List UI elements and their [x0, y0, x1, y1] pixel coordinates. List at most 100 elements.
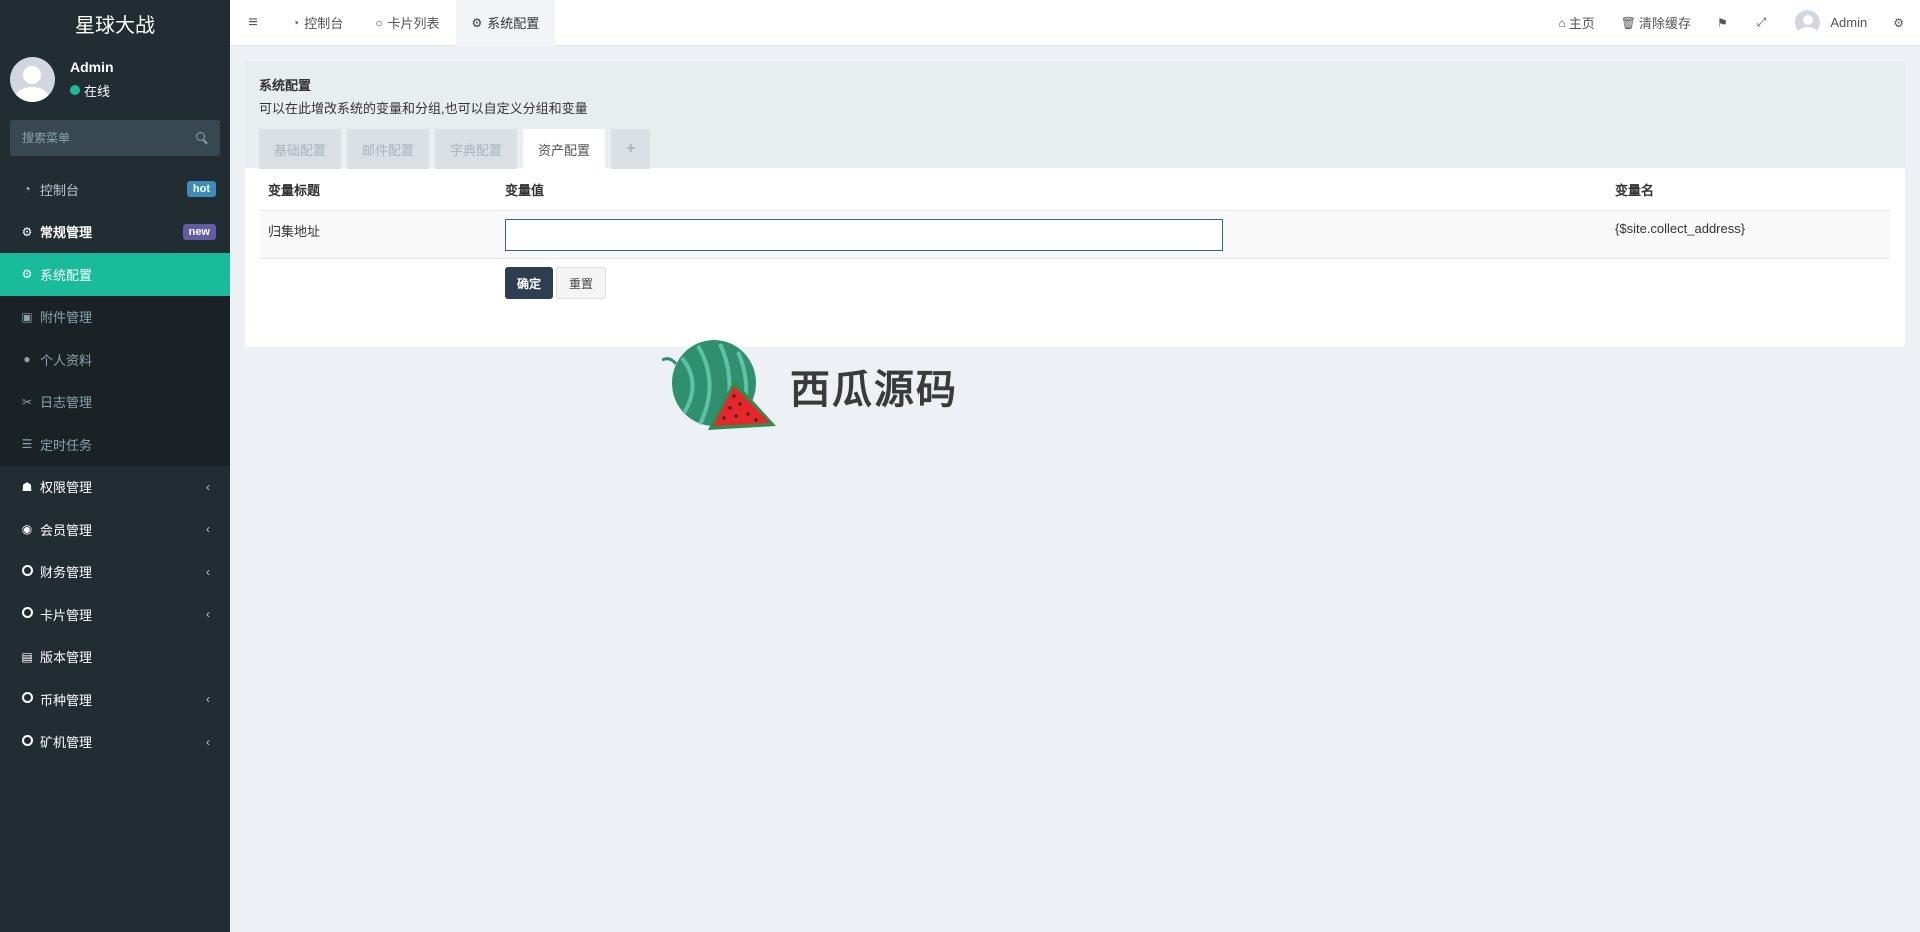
- tab-label: 控制台: [304, 16, 344, 31]
- sidebar-item-label: 常规管理: [40, 225, 93, 241]
- language-button[interactable]: ⚑: [1704, 0, 1744, 46]
- sidebar-item-label: 版本管理: [40, 650, 93, 666]
- fullscreen-button[interactable]: ⤢: [1744, 0, 1783, 46]
- circle-icon: ○: [375, 15, 383, 30]
- config-table: 变量标题 变量值 变量名 归集地址 {$site.collect_address…: [260, 168, 1890, 259]
- sidebar-item-cron[interactable]: ☰ 定时任务: [0, 423, 230, 466]
- home-button[interactable]: ⌂ 主页: [1545, 0, 1607, 46]
- collect-address-input[interactable]: [505, 219, 1223, 251]
- sidebar-item-auth[interactable]: ☗ 权限管理 ‹: [0, 466, 230, 509]
- tab-dictionary[interactable]: 字典配置: [435, 129, 518, 169]
- user-circle-icon: ◉: [21, 522, 33, 537]
- header-right: ⌂ 主页 🗑 清除缓存 ⚑ ⤢ Admin ⚙: [1545, 0, 1920, 46]
- admin-menu[interactable]: Admin: [1782, 0, 1880, 46]
- sidebar-item-label: 日志管理: [40, 395, 93, 411]
- hot-badge: hot: [186, 181, 216, 198]
- submenu: ▣ 附件管理 ● 个人资料 ✂ 日志管理 ☰ 定时任务: [0, 295, 230, 466]
- sidebar-item-label: 控制台: [40, 182, 80, 198]
- tab-system-config[interactable]: ⚙ 系统配置: [455, 0, 556, 46]
- sidebar-item-label: 个人资料: [40, 352, 93, 368]
- sidebar-item-finance[interactable]: 财务管理 ‹: [0, 551, 230, 594]
- tab-card-list[interactable]: ○ 卡片列表: [359, 0, 455, 46]
- sidebar-item-label: 系统配置: [40, 267, 93, 283]
- tab-dashboard[interactable]: ◔ 控制台: [276, 0, 359, 46]
- tab-asset[interactable]: 资产配置: [523, 129, 606, 169]
- config-tabs: 基础配置 邮件配置 字典配置 资产配置 +: [259, 129, 1891, 169]
- search-icon[interactable]: [196, 132, 208, 144]
- variable-name: {$site.collect_address}: [1615, 221, 1746, 236]
- user-name: Admin: [70, 58, 114, 75]
- top-header: ≡ ◔ 控制台 ○ 卡片列表 ⚙ 系统配置 ⌂ 主页 🗑 清除缓存 ⚑ ⤢ Ad…: [230, 0, 1920, 46]
- tasks-icon: ☰: [21, 437, 33, 452]
- sidebar: 星球大战 Admin 在线 ◔ 控制台 hot ⚙ 常规管理 new ⚙ 系统配…: [0, 0, 230, 932]
- chevron-left-icon: ‹: [206, 692, 210, 707]
- image-icon: ▣: [21, 309, 33, 324]
- group-icon: ☗: [21, 479, 33, 494]
- sidebar-item-card[interactable]: 卡片管理 ‹: [0, 593, 230, 636]
- sidebar-item-miner[interactable]: 矿机管理 ‹: [0, 721, 230, 764]
- user-avatar: [10, 56, 55, 102]
- chevron-left-icon: ‹: [206, 734, 210, 749]
- admin-label: Admin: [1830, 15, 1868, 30]
- chevron-left-icon: ‹: [206, 607, 210, 622]
- dashboard-icon: ◔: [292, 15, 300, 30]
- sidebar-item-label: 附件管理: [40, 310, 93, 326]
- sidebar-item-label: 定时任务: [40, 437, 93, 453]
- sidebar-item-dashboard[interactable]: ◔ 控制台 hot: [0, 168, 230, 211]
- form-actions: 确定 重置: [505, 267, 1905, 299]
- sidebar-item-config[interactable]: ⚙ 系统配置: [0, 253, 230, 296]
- sidebar-item-label: 币种管理: [40, 692, 93, 708]
- watermark: 西瓜源码: [662, 338, 958, 434]
- sidebar-item-label: 会员管理: [40, 522, 93, 538]
- column-header: 变量标题: [268, 182, 321, 198]
- user-status: 在线: [70, 81, 114, 100]
- chevron-left-icon: ‹: [206, 522, 210, 537]
- circle-icon: [20, 564, 34, 579]
- table-row: 归集地址 {$site.collect_address}: [260, 211, 1890, 259]
- sidebar-item-member[interactable]: ◉ 会员管理 ‹: [0, 508, 230, 551]
- circle-icon: [20, 692, 34, 706]
- user-icon: ●: [23, 352, 31, 367]
- avatar: [1795, 10, 1821, 35]
- menu-search-input[interactable]: [22, 131, 182, 145]
- cogs-icon: ⚙: [21, 224, 33, 239]
- clear-cache-button[interactable]: 🗑 清除缓存: [1608, 0, 1704, 46]
- tab-label: 卡片列表: [387, 16, 440, 31]
- trash-icon: 🗑: [1620, 15, 1636, 30]
- chevron-left-icon: ‹: [206, 479, 210, 494]
- sidebar-item-profile[interactable]: ● 个人资料: [0, 338, 230, 381]
- brand-logo[interactable]: 星球大战: [0, 0, 230, 46]
- tab-email[interactable]: 邮件配置: [347, 129, 430, 169]
- log-icon: ✂: [21, 394, 33, 409]
- chevron-left-icon: ‹: [206, 564, 210, 579]
- reset-button[interactable]: 重置: [556, 267, 607, 299]
- tab-basic[interactable]: 基础配置: [259, 129, 342, 169]
- gear-icon: ⚙: [21, 267, 33, 282]
- sidebar-item-general[interactable]: ⚙ 常规管理 new: [0, 211, 230, 254]
- table-header: 变量标题 变量值 变量名: [260, 168, 1890, 211]
- sidebar-item-label: 卡片管理: [40, 607, 93, 623]
- sidebar-item-log[interactable]: ✂ 日志管理: [0, 381, 230, 424]
- circle-icon: [20, 607, 34, 621]
- submit-button[interactable]: 确定: [505, 267, 554, 299]
- sidebar-item-label: 矿机管理: [40, 735, 93, 751]
- new-badge: new: [182, 223, 216, 240]
- online-dot-icon: [70, 85, 80, 95]
- page-title: 系统配置: [259, 78, 312, 93]
- sidebar-menu: ◔ 控制台 hot ⚙ 常规管理 new ⚙ 系统配置 ▣ 附件管理 ● 个人资…: [0, 168, 230, 763]
- column-header: 变量名: [1615, 182, 1655, 198]
- control-sidebar-button[interactable]: ⚙: [1880, 0, 1920, 46]
- sidebar-item-attachment[interactable]: ▣ 附件管理: [0, 296, 230, 339]
- column-header: 变量值: [505, 182, 545, 198]
- add-tab-button[interactable]: +: [611, 129, 651, 169]
- cogs-icon: ⚙: [1893, 15, 1904, 30]
- sidebar-item-currency[interactable]: 币种管理 ‹: [0, 678, 230, 721]
- variable-title: 归集地址: [268, 224, 321, 239]
- user-status-label: 在线: [84, 83, 111, 99]
- gear-icon: ⚙: [471, 15, 483, 30]
- hamburger-icon[interactable]: ≡: [230, 0, 276, 46]
- home-icon: ⌂: [1558, 15, 1566, 30]
- file-icon: ▤: [21, 649, 33, 664]
- sidebar-item-version[interactable]: ▤ 版本管理: [0, 636, 230, 679]
- menu-search: [10, 120, 220, 156]
